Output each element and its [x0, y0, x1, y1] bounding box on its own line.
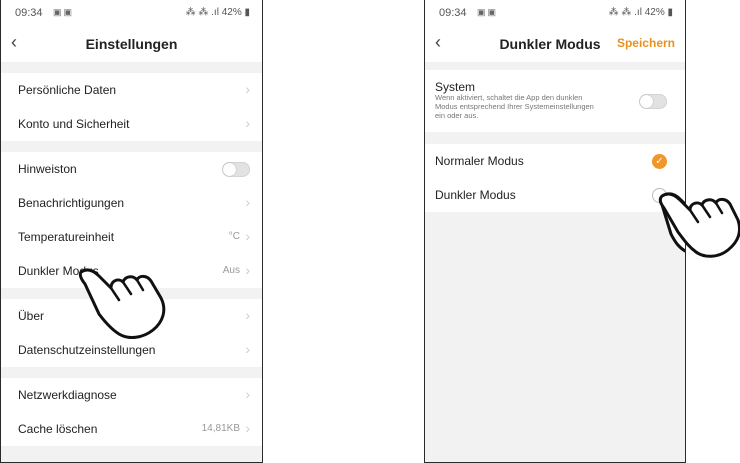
option-label: Normaler Modus — [435, 154, 524, 168]
settings-item-label: Konto und Sicherheit — [18, 117, 130, 131]
notification-icons: ▣▣ — [477, 7, 499, 17]
status-time: 09:34 — [439, 7, 467, 19]
settings-item-label: Temperatureinheit — [18, 230, 115, 244]
battery-status: ⁂ ⁂ .ıl 42% ▮ — [185, 7, 250, 18]
chevron-right-icon: › — [245, 341, 250, 357]
option-normal-mode[interactable]: Normaler Modus ✓ — [425, 144, 685, 178]
toggle-knob — [640, 95, 653, 108]
status-time: 09:34 — [15, 7, 43, 19]
pointing-hand-icon-overflow — [658, 192, 740, 258]
settings-item-value: °C — [228, 231, 240, 242]
settings-item-label: Benachrichtigungen — [18, 196, 125, 210]
signal-icon: ⁂ ⁂ .ıl — [185, 7, 222, 18]
settings-item-label: Datenschutzeinstellungen — [18, 343, 156, 357]
system-label: System — [435, 80, 476, 94]
chevron-right-icon: › — [245, 81, 250, 97]
notification-sound-toggle[interactable] — [222, 162, 250, 177]
app-header: ‹ Einstellungen — [1, 26, 262, 62]
page-title: Einstellungen — [85, 36, 178, 52]
notification-icons: ▣▣ — [53, 7, 75, 17]
battery-percent: 42% — [644, 7, 665, 18]
system-toggle[interactable] — [639, 94, 667, 109]
settings-item-account-security[interactable]: Konto und Sicherheit › — [1, 107, 262, 141]
settings-item-label: Netzwerkdiagnose — [18, 388, 117, 402]
settings-item-label: Cache löschen — [18, 422, 98, 436]
settings-item-value: Aus — [222, 265, 240, 276]
chevron-right-icon: › — [245, 307, 250, 323]
option-label: Dunkler Modus — [435, 188, 516, 202]
dark-mode-screen: 09:34 ▣▣ ⁂ ⁂ .ıl 42% ▮ ‹ Dunkler Modus S… — [424, 0, 686, 463]
settings-item-network-diagnosis[interactable]: Netzwerkdiagnose › — [1, 378, 262, 412]
back-chevron-icon[interactable]: ‹ — [435, 32, 453, 54]
pointing-hand-icon — [78, 268, 166, 339]
settings-item-notification-sound: Hinweiston — [1, 152, 262, 186]
chevron-right-icon: › — [245, 386, 250, 402]
battery-percent: 42% — [221, 7, 242, 18]
status-bar: 09:34 ▣▣ ⁂ ⁂ .ıl 42% ▮ — [1, 0, 262, 26]
page-title: Dunkler Modus — [499, 36, 601, 52]
settings-item-temperature-unit[interactable]: Temperatureinheit °C › — [1, 220, 262, 254]
settings-item-notifications[interactable]: Benachrichtigungen › — [1, 186, 262, 220]
chevron-right-icon: › — [245, 420, 250, 436]
settings-item-label: Persönliche Daten — [18, 83, 117, 97]
settings-item-label: Hinweiston — [18, 162, 77, 176]
system-setting-row: System Wenn aktiviert, schaltet die App … — [425, 70, 685, 132]
chevron-right-icon: › — [245, 115, 250, 131]
save-button[interactable]: Speichern — [617, 36, 675, 50]
chevron-right-icon: › — [245, 194, 250, 210]
settings-screen: 09:34 ▣▣ ⁂ ⁂ .ıl 42% ▮ ‹ Einstellungen P… — [0, 0, 263, 463]
option-dark-mode[interactable]: Dunkler Modus — [425, 178, 685, 212]
chevron-right-icon: › — [245, 262, 250, 278]
settings-item-personal-data[interactable]: Persönliche Daten › — [1, 73, 262, 107]
status-bar: 09:34 ▣▣ ⁂ ⁂ .ıl 42% ▮ — [425, 0, 685, 26]
chevron-right-icon: › — [245, 228, 250, 244]
signal-icon: ⁂ ⁂ .ıl — [608, 7, 645, 18]
settings-item-value: 14,81KB — [201, 423, 240, 434]
settings-item-label: Über — [18, 309, 45, 323]
check-icon: ✓ — [652, 154, 667, 169]
battery-status: ⁂ ⁂ .ıl 42% ▮ — [608, 7, 673, 18]
toggle-knob — [223, 163, 236, 176]
app-header: ‹ Dunkler Modus Speichern — [425, 26, 685, 62]
system-description: Wenn aktiviert, schaltet die App den dun… — [435, 93, 594, 120]
settings-item-clear-cache[interactable]: Cache löschen 14,81KB › — [1, 412, 262, 446]
